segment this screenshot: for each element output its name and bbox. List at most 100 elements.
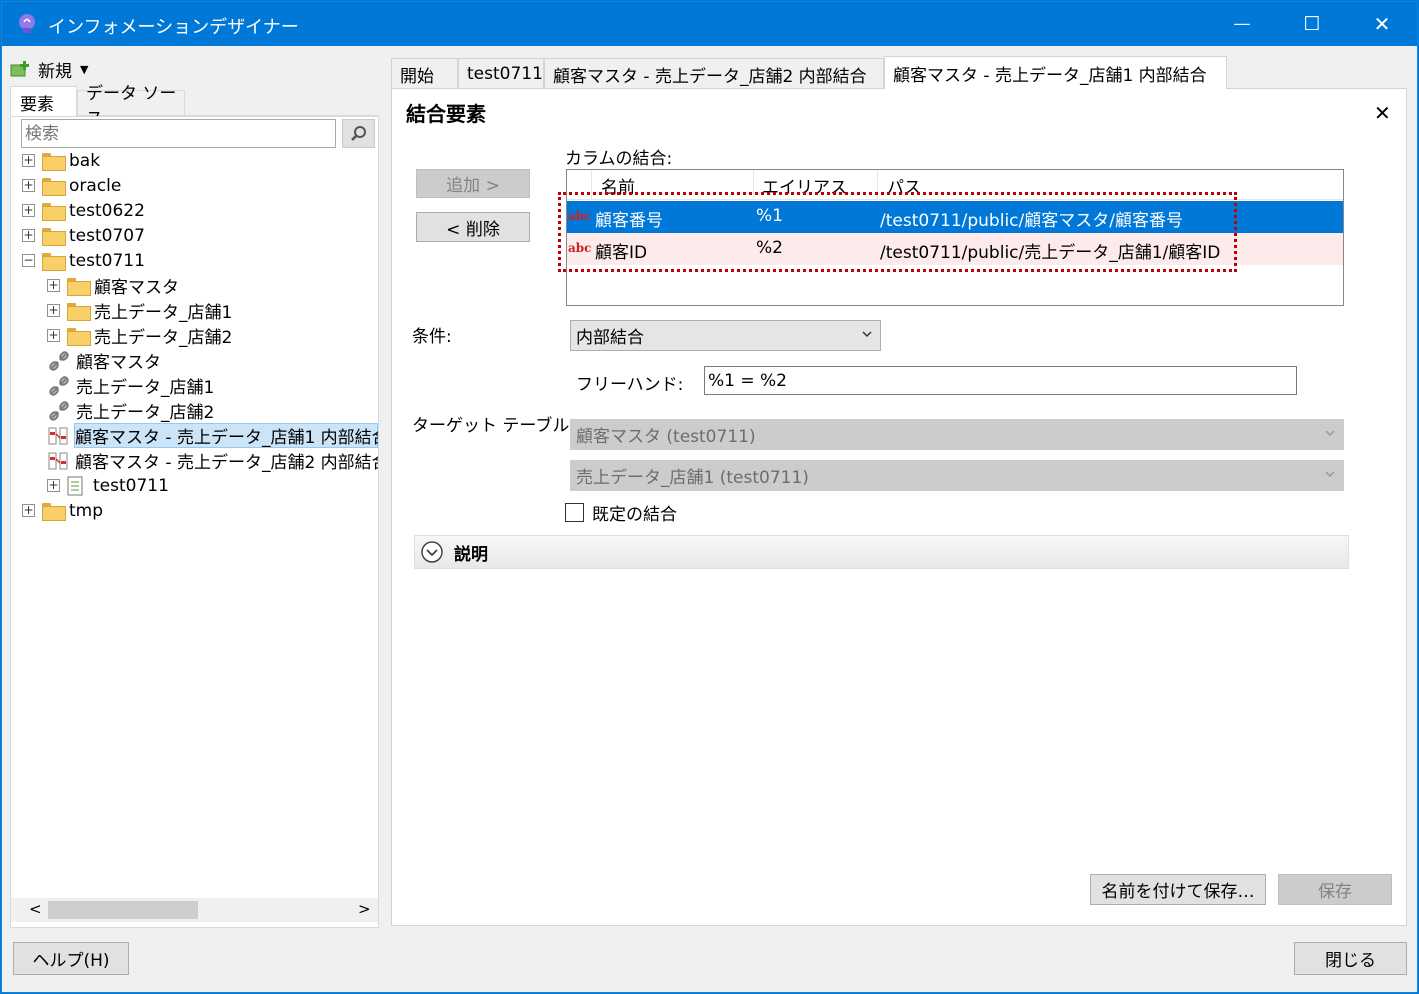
- table-row[interactable]: abc 顧客番号 %1 /test0711/public/顧客マスタ/顧客番号: [567, 201, 1343, 233]
- expand-icon[interactable]: +: [47, 279, 60, 292]
- title-bar: インフォメーションデザイナー — ☐ ✕: [2, 2, 1417, 46]
- header-divider: [877, 170, 878, 200]
- row-path: /test0711/public/顧客マスタ/顧客番号: [880, 211, 1183, 231]
- remove-button[interactable]: < 削除: [416, 212, 530, 242]
- tab-label: 開始: [400, 66, 434, 87]
- tree-item-sales-store2-link[interactable]: 売上データ_店舗2: [48, 398, 214, 423]
- expand-icon[interactable]: +: [22, 179, 35, 192]
- chevron-down-icon: [862, 330, 872, 337]
- header-divider: [753, 170, 754, 200]
- close-panel-icon[interactable]: ✕: [1374, 101, 1391, 125]
- maximize-icon: ☐: [1303, 13, 1321, 35]
- expand-chevron-icon[interactable]: [420, 540, 444, 564]
- folder-icon: [42, 202, 66, 221]
- expand-icon[interactable]: +: [47, 479, 60, 492]
- tab-elements[interactable]: 要素: [10, 86, 77, 117]
- tree-item-customer-master-link[interactable]: 顧客マスタ: [48, 348, 161, 373]
- tab-join-store1[interactable]: 顧客マスタ - 売上データ_店舗1 内部結合: [884, 56, 1227, 89]
- tree-item-oracle[interactable]: + oracle: [22, 173, 121, 198]
- save-button[interactable]: 保存: [1278, 874, 1392, 905]
- search-input[interactable]: [21, 119, 336, 148]
- expand-icon[interactable]: +: [47, 304, 60, 317]
- minimize-icon: —: [1233, 14, 1251, 34]
- expand-icon[interactable]: +: [47, 329, 60, 342]
- scroll-left-icon[interactable]: <: [29, 900, 42, 918]
- lightbulb-icon: [19, 14, 35, 33]
- collapse-icon[interactable]: −: [22, 254, 35, 267]
- tree-item-label: 売上データ_店舗1: [94, 303, 233, 323]
- tree-item-sales-store1-folder[interactable]: + 売上データ_店舗1: [47, 298, 232, 323]
- target-table-1-select[interactable]: 顧客マスタ (test0711): [570, 419, 1344, 450]
- tree-item-sales-store2-folder[interactable]: + 売上データ_店舗2: [47, 323, 232, 348]
- tree-item-test0707[interactable]: + test0707: [22, 223, 145, 248]
- close-icon: ✕: [1373, 12, 1391, 36]
- row-alias: %1: [756, 206, 783, 226]
- save-as-button[interactable]: 名前を付けて保存…: [1090, 874, 1266, 905]
- close-window-button[interactable]: ✕: [1347, 2, 1417, 46]
- scroll-right-icon[interactable]: >: [358, 900, 371, 918]
- expand-icon[interactable]: +: [22, 504, 35, 517]
- tab-test0711[interactable]: test0711: [458, 58, 544, 89]
- scrollbar-thumb[interactable]: [48, 901, 198, 919]
- tree-item-label: 売上データ_店舗2: [76, 403, 215, 423]
- header-alias[interactable]: エイリアス: [762, 173, 847, 198]
- tab-join-store2[interactable]: 顧客マスタ - 売上データ_店舗2 内部結合: [544, 58, 884, 89]
- folder-icon: [67, 327, 91, 346]
- tree-item-sales-store1-link[interactable]: 売上データ_店舗1: [48, 373, 214, 398]
- tree-item-bak[interactable]: + bak: [22, 148, 100, 173]
- freehand-input[interactable]: [704, 366, 1297, 395]
- description-section-header[interactable]: 説明: [414, 535, 1349, 569]
- chevron-down-icon: [1325, 429, 1335, 436]
- tree-item-label: 顧客マスタ - 売上データ_店舗2 内部結合: [75, 453, 378, 473]
- link-icon: [49, 350, 69, 371]
- minimize-button[interactable]: —: [1207, 2, 1277, 46]
- tree-item-label: oracle: [69, 175, 122, 196]
- tree-item-label: test0707: [69, 225, 145, 246]
- tree-item-label: tmp: [69, 500, 104, 521]
- tree-item-customer-master-folder[interactable]: + 顧客マスタ: [47, 273, 179, 298]
- add-button[interactable]: 追加 >: [416, 169, 530, 198]
- text-type-icon: abc: [568, 241, 592, 255]
- tree-item-tmp[interactable]: + tmp: [22, 498, 103, 523]
- tree-item-join1[interactable]: 顧客マスタ - 売上データ_店舗1 内部結合: [48, 423, 378, 448]
- expand-icon[interactable]: +: [22, 204, 35, 217]
- tree-item-label: 売上データ_店舗1: [76, 378, 215, 398]
- help-button[interactable]: ヘルプ(H): [13, 942, 129, 975]
- folder-icon: [42, 177, 66, 196]
- row-name: 顧客番号: [595, 211, 663, 231]
- link-icon: [49, 375, 69, 396]
- new-dropdown-button[interactable]: 新規 ▼: [10, 56, 88, 82]
- default-join-checkbox[interactable]: 既定の結合: [565, 500, 677, 525]
- search-icon: [350, 125, 366, 141]
- header-name[interactable]: 名前: [601, 173, 635, 198]
- tree-item-join2[interactable]: 顧客マスタ - 売上データ_店舗2 内部結合: [48, 448, 378, 473]
- header-path[interactable]: パス: [887, 173, 921, 198]
- tree-item-test0622[interactable]: + test0622: [22, 198, 145, 223]
- tree-horizontal-scrollbar[interactable]: < >: [11, 898, 378, 922]
- condition-select[interactable]: 内部結合: [570, 320, 881, 351]
- tree-item-label: 顧客マスタ - 売上データ_店舗1 内部結合: [75, 428, 378, 448]
- tree-item-label: test0711: [69, 250, 145, 271]
- tree-item-test0711-schema[interactable]: + test0711: [47, 473, 169, 498]
- expand-icon[interactable]: +: [22, 154, 35, 167]
- tab-label: 顧客マスタ - 売上データ_店舗2 内部結合: [553, 66, 867, 87]
- dropdown-arrow-icon: ▼: [80, 62, 89, 76]
- tree-item-label: 顧客マスタ: [94, 278, 179, 298]
- link-icon: [49, 400, 69, 421]
- table-row[interactable]: abc 顧客ID %2 /test0711/public/売上データ_店舗1/顧…: [567, 233, 1343, 265]
- folder-icon: [67, 302, 91, 321]
- columns-list[interactable]: 名前 エイリアス パス abc 顧客番号 %1 /test0711/public…: [566, 169, 1344, 306]
- new-label: 新規: [38, 61, 72, 82]
- tree-item-test0711[interactable]: − test0711: [22, 248, 145, 273]
- tab-data-source[interactable]: データ ソース: [77, 84, 185, 129]
- tree-item-label: test0622: [69, 200, 145, 221]
- maximize-button[interactable]: ☐: [1277, 2, 1347, 46]
- tab-elements-label: 要素: [20, 94, 54, 115]
- tab-start[interactable]: 開始: [391, 58, 458, 89]
- search-button[interactable]: [342, 119, 375, 148]
- target-table-2-select[interactable]: 売上データ_店舗1 (test0711): [570, 460, 1344, 491]
- expand-icon[interactable]: +: [22, 229, 35, 242]
- close-button[interactable]: 閉じる: [1294, 942, 1407, 975]
- checkbox-box[interactable]: [565, 503, 584, 522]
- default-join-label: 既定の結合: [592, 505, 677, 525]
